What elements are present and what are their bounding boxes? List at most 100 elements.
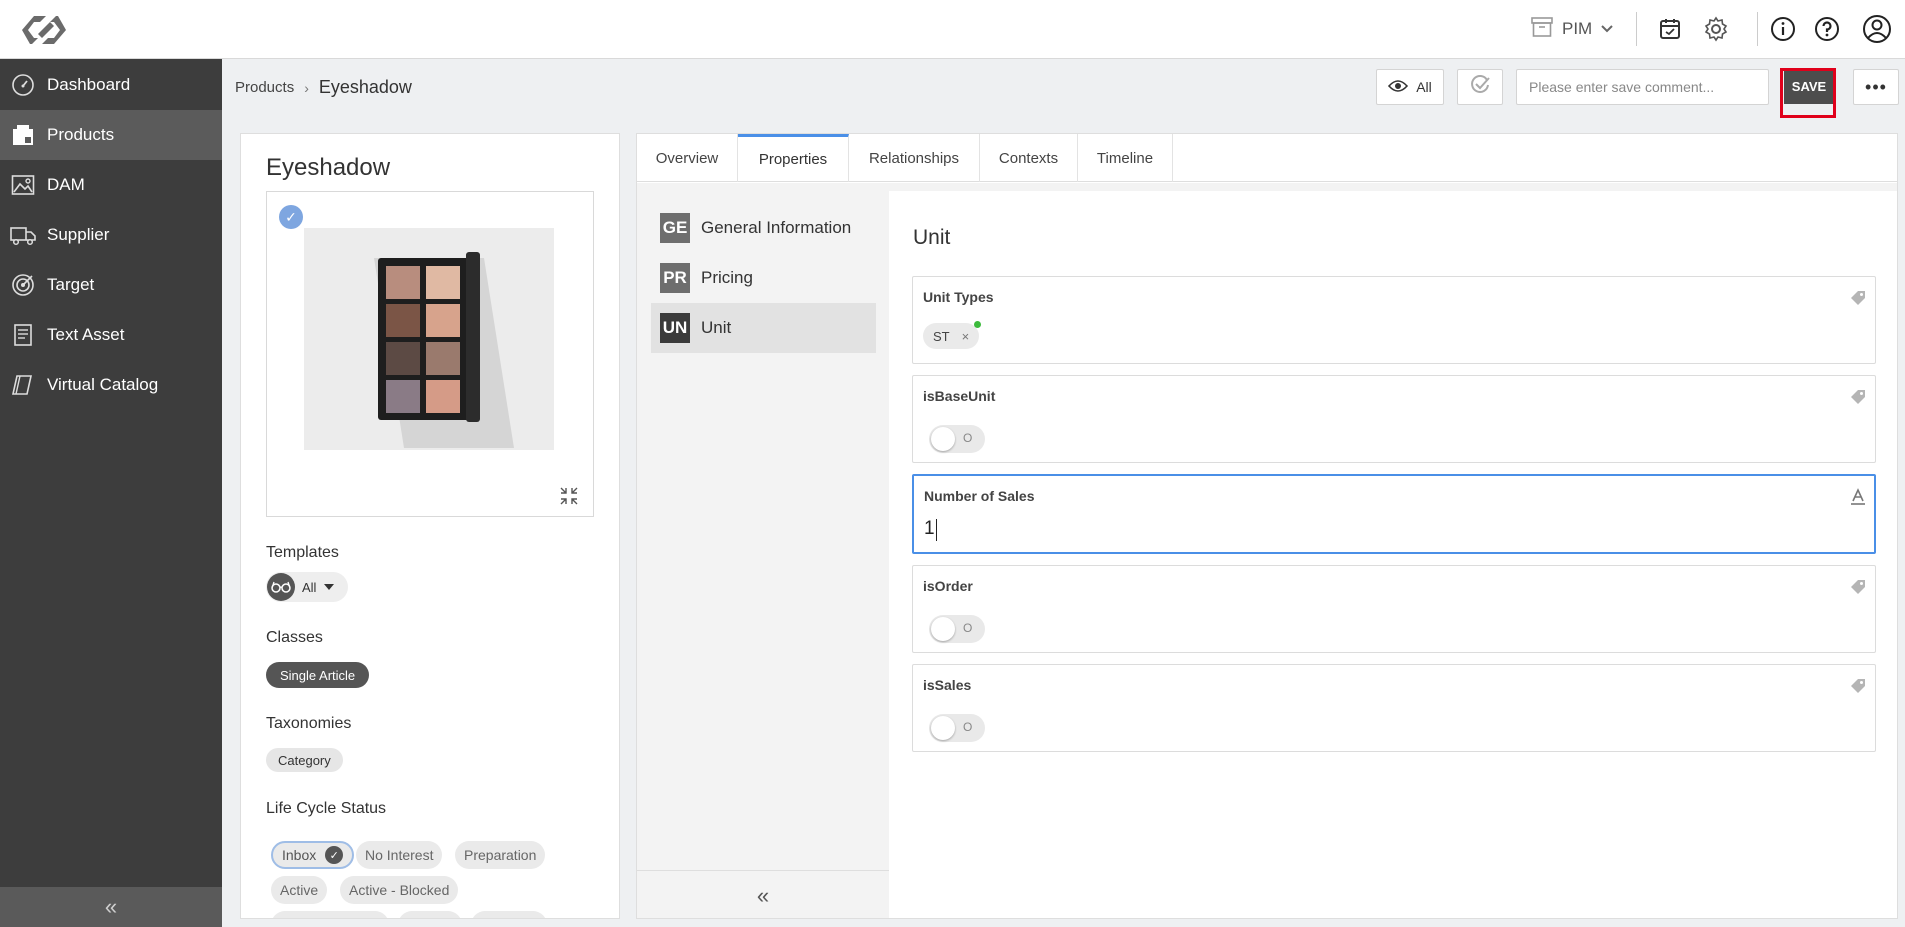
help-icon[interactable]	[1814, 14, 1840, 44]
truck-icon	[10, 222, 36, 248]
text-cursor	[936, 519, 937, 541]
group-pricing[interactable]: PR Pricing	[651, 253, 876, 303]
breadcrumb: Products › Eyeshadow	[235, 77, 412, 98]
sidebar-item-virtual-catalog[interactable]: Virtual Catalog	[0, 360, 222, 410]
app-logo[interactable]	[20, 10, 68, 50]
divider	[1757, 12, 1758, 46]
lifecycle-label: Life Cycle Status	[266, 800, 387, 817]
sidebar-item-supplier[interactable]: Supplier	[0, 210, 222, 260]
tag-icon	[1849, 388, 1867, 410]
sidebar-item-label: Supplier	[47, 225, 110, 244]
sidebar: Dashboard Products DAM Supplier Target T…	[0, 59, 222, 927]
module-switcher[interactable]: PIM	[1530, 14, 1614, 44]
product-image-frame[interactable]: ✓	[266, 191, 594, 517]
templates-label: Templates	[266, 544, 339, 561]
sidebar-collapse-button[interactable]: «	[0, 887, 222, 927]
sidebar-item-label: Target	[47, 275, 95, 294]
product-summary-panel: Eyeshadow ✓ Templates All Classes Single…	[240, 133, 620, 919]
sidebar-item-products[interactable]: Products	[0, 110, 222, 160]
properties-panel: Overview Properties Relationships Contex…	[636, 133, 1898, 919]
save-comment-input[interactable]	[1516, 69, 1769, 105]
tab-contexts[interactable]: Contexts	[980, 134, 1078, 182]
is-sales-toggle[interactable]: O	[929, 714, 985, 742]
is-base-unit-toggle[interactable]: O	[929, 425, 985, 453]
collapse-arrows-icon[interactable]	[559, 486, 579, 510]
field-is-sales: isSales O	[912, 664, 1876, 752]
lifecycle-status-preparation[interactable]: Preparation	[455, 841, 546, 869]
remove-chip-icon[interactable]: ×	[962, 329, 970, 344]
group-label: Unit	[701, 318, 732, 337]
image-icon	[10, 172, 36, 198]
taxonomies-label: Taxonomies	[266, 715, 352, 732]
double-chevron-left-icon: «	[756, 882, 770, 908]
template-selector[interactable]: All	[266, 572, 348, 602]
view-filter-button[interactable]: All	[1376, 69, 1444, 105]
calendar-icon[interactable]	[1658, 14, 1682, 44]
group-general-information[interactable]: GE General Information	[651, 203, 876, 253]
eye-icon	[1388, 79, 1409, 96]
property-group-nav: GE General Information PR Pricing UN Uni…	[637, 191, 889, 918]
toggle-knob	[931, 716, 955, 740]
glasses-icon	[267, 573, 295, 601]
sidebar-item-target[interactable]: Target	[0, 260, 222, 310]
lifecycle-status-inbox[interactable]: Inbox ✓	[271, 841, 355, 869]
page-title: Eyeshadow	[318, 77, 412, 97]
tab-properties[interactable]: Properties	[738, 134, 849, 182]
is-order-toggle[interactable]: O	[929, 615, 985, 643]
product-image	[304, 228, 554, 450]
dashboard-icon	[10, 72, 36, 98]
lifecycle-status-more[interactable]	[271, 911, 389, 918]
checkmark-icon: ✓	[325, 846, 344, 864]
check-circle-icon	[1469, 74, 1491, 100]
tab-timeline[interactable]: Timeline	[1078, 134, 1173, 182]
lifecycle-status-active[interactable]: Active	[271, 876, 328, 904]
caret-down-icon	[324, 584, 335, 590]
tab-divider	[637, 183, 1897, 191]
sidebar-item-dam[interactable]: DAM	[0, 160, 222, 210]
sidebar-item-label: Dashboard	[47, 75, 131, 94]
lifecycle-status-active-blocked[interactable]: Active - Blocked	[340, 876, 459, 904]
more-options-button[interactable]: •••	[1853, 69, 1899, 105]
sidebar-item-label: Products	[47, 125, 115, 144]
info-icon[interactable]	[1770, 14, 1796, 44]
group-label: Pricing	[701, 268, 753, 287]
tab-relationships[interactable]: Relationships	[849, 134, 980, 182]
gear-icon[interactable]	[1703, 14, 1729, 44]
sidebar-item-text-asset[interactable]: Text Asset	[0, 310, 222, 360]
view-filter-label: All	[1416, 79, 1432, 95]
breadcrumb-products[interactable]: Products	[235, 79, 294, 96]
lifecycle-status-more[interactable]	[471, 911, 547, 918]
lifecycle-status-label: Active	[280, 882, 319, 898]
group-badge: PR	[660, 263, 690, 293]
number-of-sales-input[interactable]	[924, 516, 1864, 542]
tab-bar: Overview Properties Relationships Contex…	[637, 134, 1897, 182]
save-button[interactable]: SAVE	[1784, 68, 1834, 104]
lifecycle-status-more[interactable]	[398, 911, 462, 918]
products-icon	[10, 122, 36, 148]
lifecycle-status-label: No Interest	[365, 847, 434, 863]
chevron-down-icon	[1600, 19, 1614, 39]
sidebar-item-dashboard[interactable]: Dashboard	[0, 60, 222, 110]
sidebar-item-label: Text Asset	[47, 325, 125, 344]
checkmark-icon[interactable]: ✓	[279, 205, 303, 229]
user-icon[interactable]	[1862, 14, 1892, 44]
tab-overview[interactable]: Overview	[637, 134, 738, 182]
unit-type-chip[interactable]: ST ×	[923, 321, 982, 349]
text-format-icon	[1850, 488, 1866, 510]
group-nav-collapse-button[interactable]: «	[637, 870, 889, 918]
group-unit[interactable]: UN Unit	[651, 303, 876, 353]
breadcrumb-separator: ›	[304, 79, 309, 96]
sidebar-item-label: Virtual Catalog	[47, 375, 159, 394]
catalog-icon	[10, 372, 36, 398]
class-chip[interactable]: Single Article	[266, 662, 370, 688]
lifecycle-status-no-interest[interactable]: No Interest	[356, 841, 443, 869]
double-chevron-left-icon: «	[104, 894, 118, 919]
archive-icon	[1530, 16, 1554, 43]
field-is-order: isOrder O	[912, 565, 1876, 653]
taxonomy-chip[interactable]: Category	[266, 748, 343, 772]
field-number-of-sales: Number of Sales	[912, 474, 1876, 554]
validate-button[interactable]	[1457, 69, 1503, 105]
classes-label: Classes	[266, 629, 323, 646]
sidebar-item-label: DAM	[47, 175, 85, 194]
tag-icon	[1849, 578, 1867, 600]
